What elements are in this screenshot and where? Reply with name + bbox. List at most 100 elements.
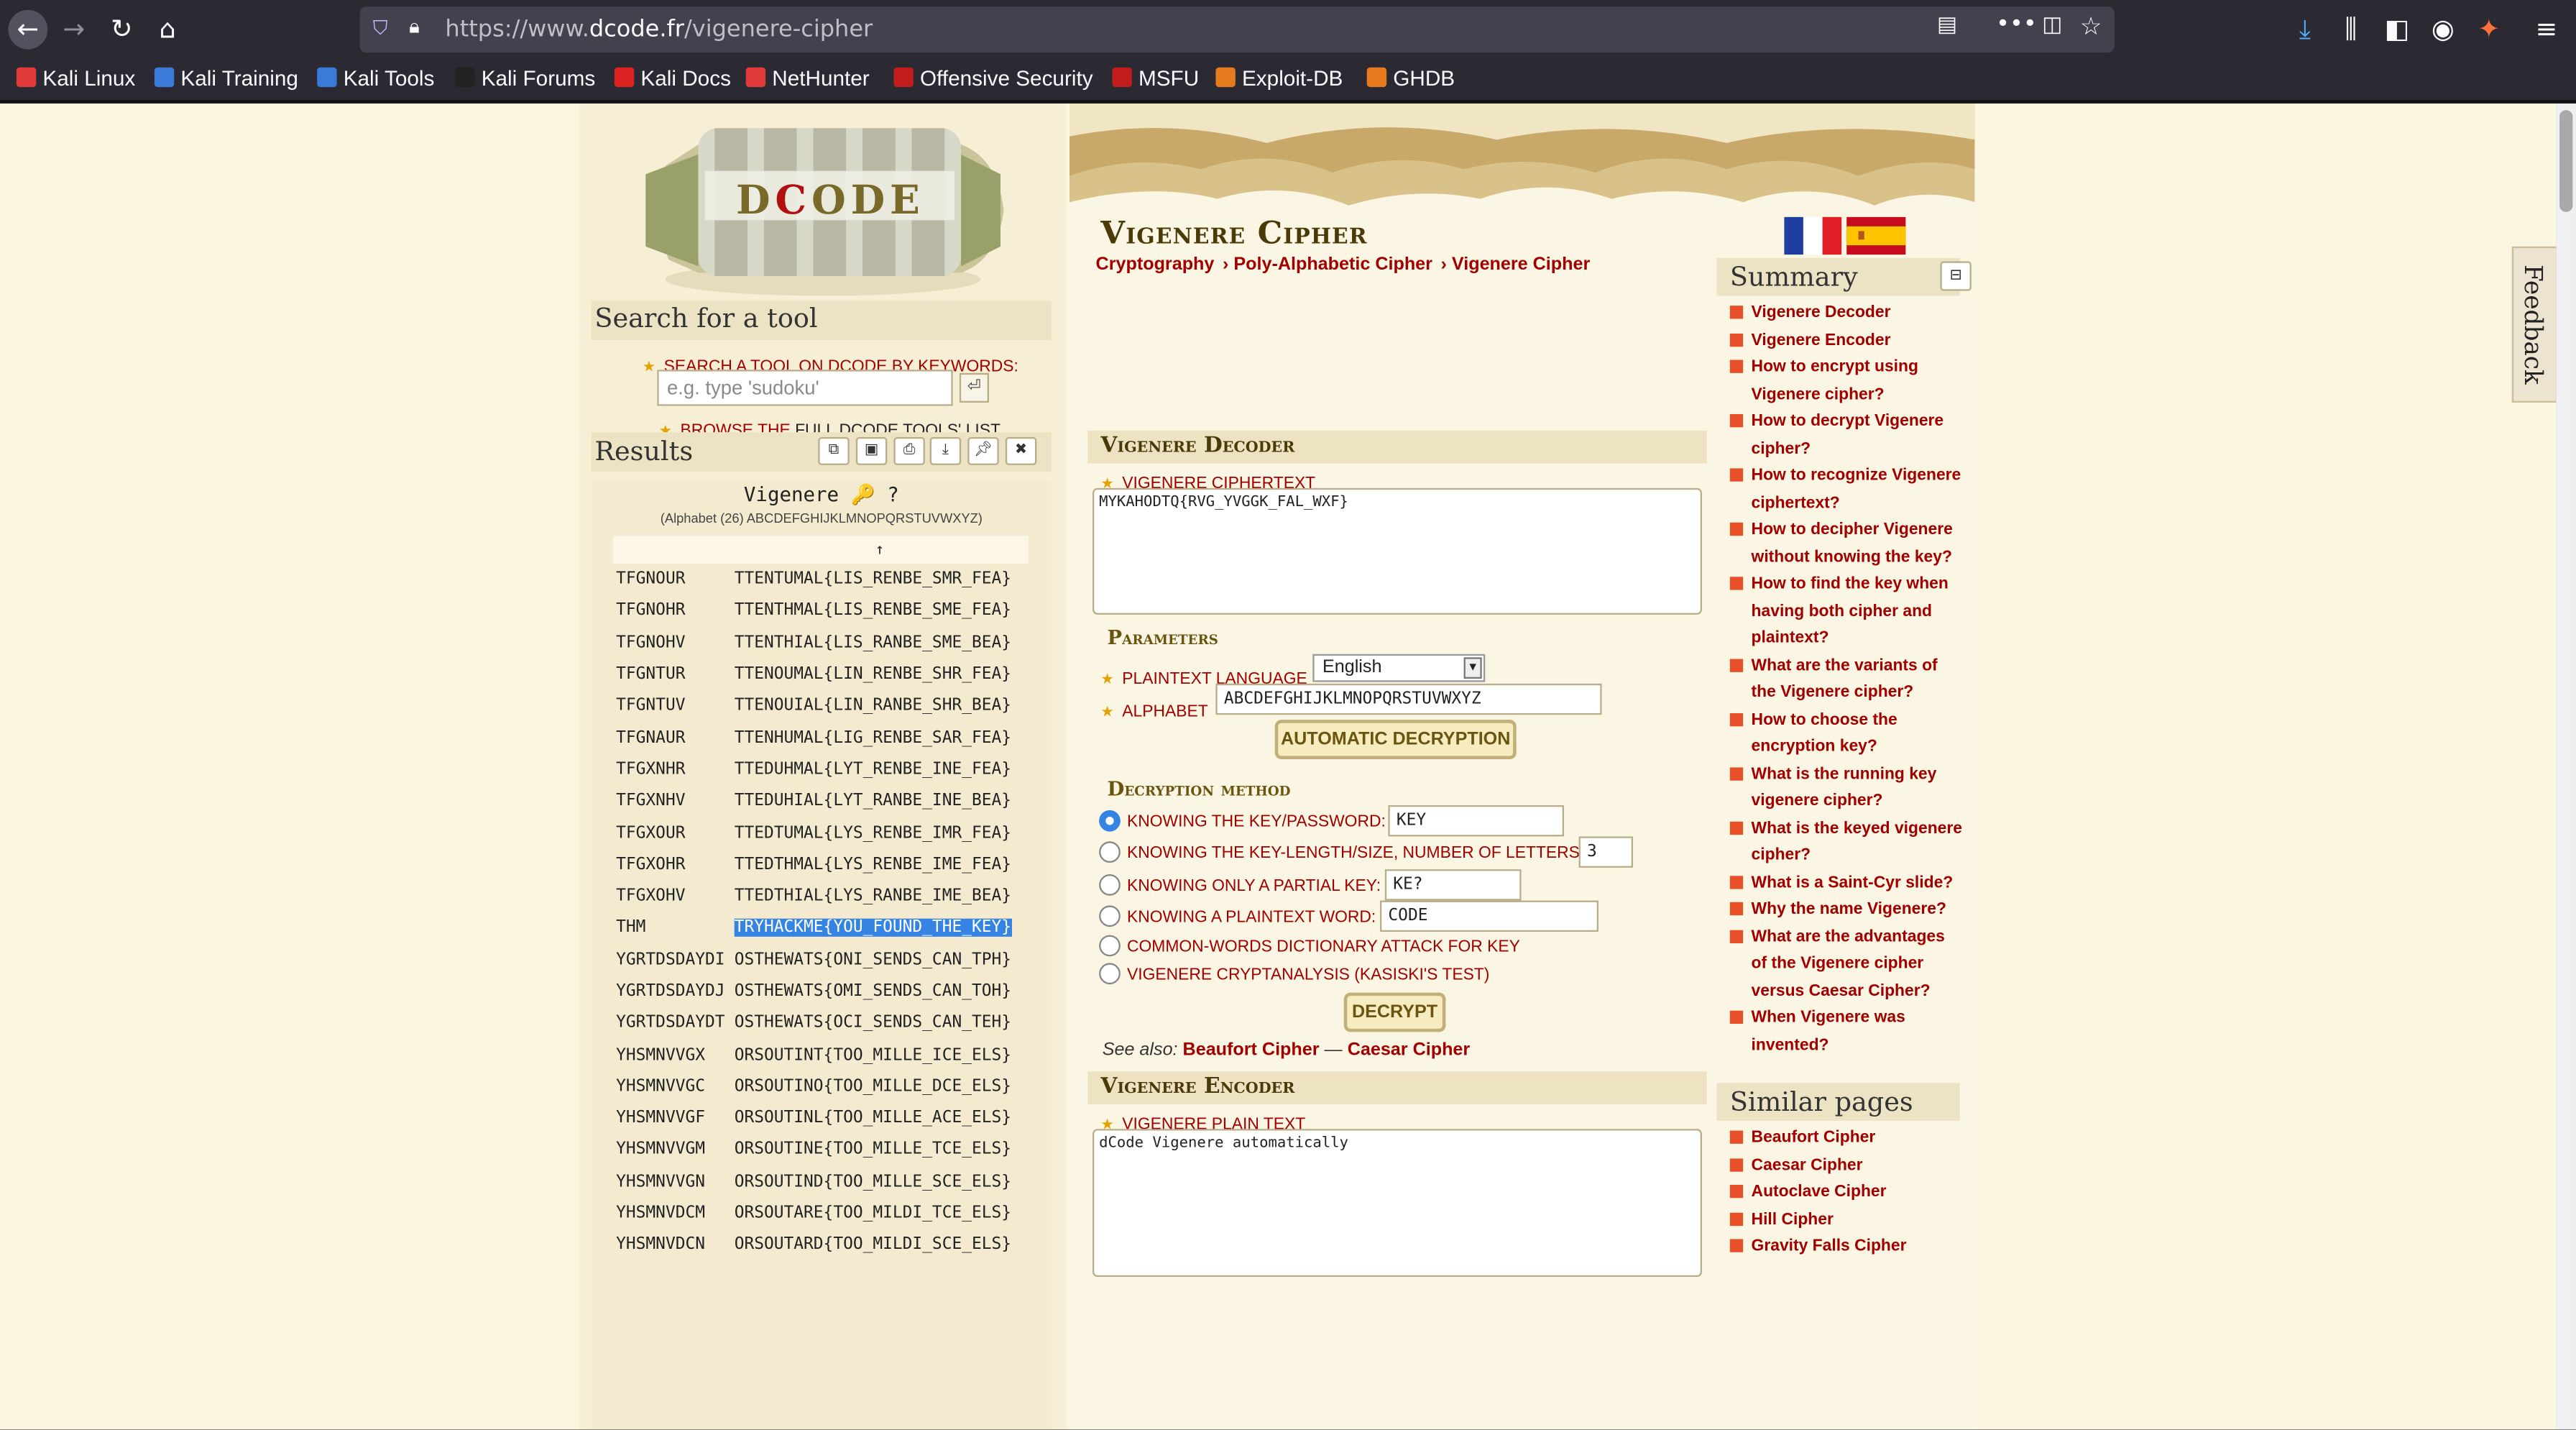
table-row[interactable]: YHSMNVDCM ORSOUTARE{TOO_MILDI_TCE_ELS} xyxy=(613,1198,1029,1229)
caesar-cipher-link[interactable]: Caesar Cipher xyxy=(1348,1040,1470,1060)
bookmark-msfu[interactable]: MSFU xyxy=(1112,65,1199,91)
plaintext-input[interactable]: dCode Vigenere automatically xyxy=(1092,1129,1702,1277)
breadcrumb-cryptography[interactable]: Cryptography xyxy=(1096,255,1215,274)
bookmark-nethunter[interactable]: NetHunter xyxy=(745,65,870,91)
page-scrollbar[interactable] xyxy=(2556,103,2576,1430)
table-row[interactable]: YGRTDSDAYDI OSTHEWATS{ONI_SENDS_CAN_TPH} xyxy=(613,944,1029,976)
radio-icon[interactable] xyxy=(1099,905,1121,927)
table-row[interactable]: TFGXOHR TTEDTHMAL{LYS_RENBE_IME_FEA} xyxy=(613,849,1029,881)
sort-column-header[interactable]: ↑ xyxy=(731,536,1029,564)
downloads-icon[interactable]: ⤓ xyxy=(2285,10,2324,50)
library-icon[interactable]: ⫼ xyxy=(2331,10,2370,50)
summary-link[interactable]: Why the name Vigenere? xyxy=(1729,897,1965,925)
save-icon[interactable]: ▣ xyxy=(855,436,888,465)
bookmark-ghdb[interactable]: GHDB xyxy=(1366,65,1455,91)
summary-link[interactable]: How to find the key when having both cip… xyxy=(1729,572,1965,653)
table-row[interactable]: TFGNTUR TTENOUMAL{LIN_RENBE_SHR_FEA} xyxy=(613,659,1029,690)
bookmark-kali-linux[interactable]: Kali Linux xyxy=(16,65,135,91)
pocket-icon[interactable]: ◫ xyxy=(2042,13,2062,37)
summary-link[interactable]: Hill Cipher xyxy=(1729,1207,1965,1234)
url-bar[interactable]: ⛉ 🔒︎ https://www.dcode.fr/vigenere-ciphe… xyxy=(359,6,2115,53)
table-row[interactable]: YGRTDSDAYDJ OSTHEWATS{OMI_SENDS_CAN_TOH} xyxy=(613,976,1029,1007)
table-row[interactable]: YHSMNVVGX ORSOUTINT{TOO_MILLE_ICE_ELS} xyxy=(613,1040,1029,1071)
table-row[interactable]: YGRTDSDAYDT OSTHEWATS{OCI_SENDS_CAN_TEH} xyxy=(613,1007,1029,1039)
summary-link[interactable]: What is a Saint-Cyr slide? xyxy=(1729,870,1965,897)
table-row[interactable]: TFGNTUV TTENOUIAL{LIN_RANBE_SHR_BEA} xyxy=(613,690,1029,722)
summary-link[interactable]: How to encrypt using Vigenere cipher? xyxy=(1729,355,1965,409)
radio-icon[interactable] xyxy=(1099,841,1121,863)
table-row[interactable]: YHSMNVVGC ORSOUTINO{TOO_MILLE_DCE_ELS} xyxy=(613,1071,1029,1103)
method-plaintext-word[interactable]: KNOWING A PLAINTEXT WORD: xyxy=(1099,905,1376,932)
method-dictionary-attack[interactable]: COMMON-WORDS DICTIONARY ATTACK FOR KEY xyxy=(1099,935,1520,962)
table-row[interactable]: TFGXOHV TTEDTHIAL{LYS_RANBE_IME_BEA} xyxy=(613,881,1029,912)
table-row[interactable]: YHSMNVVGF ORSOUTINL{TOO_MILLE_ACE_ELS} xyxy=(613,1103,1029,1135)
scrollbar-thumb[interactable] xyxy=(2559,110,2573,212)
summary-link[interactable]: Gravity Falls Cipher xyxy=(1729,1234,1965,1262)
summary-link[interactable]: When Vigenere was invented? xyxy=(1729,1006,1965,1060)
table-row[interactable]: TFGNAUR TTENHUMAL{LIG_RENBE_SAR_FEA} xyxy=(613,723,1029,754)
key-input[interactable]: KEY xyxy=(1388,805,1564,837)
key-column-header[interactable] xyxy=(612,536,732,564)
table-row[interactable]: YHSMNVDCN ORSOUTARD{TOO_MILDI_SCE_ELS} xyxy=(613,1229,1029,1261)
menu-icon[interactable]: ≡ xyxy=(2526,10,2566,50)
bookmark-star-icon[interactable]: ☆ xyxy=(2080,12,2102,41)
radio-icon[interactable] xyxy=(1099,963,1121,985)
bookmark-kali-tools[interactable]: Kali Tools xyxy=(317,65,434,91)
extension-icon[interactable]: ✦ xyxy=(2469,10,2508,50)
table-row[interactable]: TFGNOUR TTENTUMAL{LIS_RENBE_SMR_FEA} xyxy=(613,564,1029,595)
partial-key-input[interactable]: KE? xyxy=(1384,869,1522,901)
feedback-tab[interactable]: Feedback xyxy=(2511,246,2557,403)
close-icon[interactable]: ✖ xyxy=(1005,436,1037,465)
plaintext-word-input[interactable]: CODE xyxy=(1379,900,1598,932)
table-row[interactable]: THM TRYHACKME{YOU_FOUND_THE_KEY} xyxy=(613,912,1029,944)
account-icon[interactable]: ◉ xyxy=(2423,10,2462,50)
key-length-input[interactable]: 3 xyxy=(1578,836,1633,868)
forward-icon[interactable]: → xyxy=(54,10,93,50)
more-actions-icon[interactable]: ••• xyxy=(1996,12,2037,38)
sidebar-icon[interactable]: ◧ xyxy=(2377,10,2416,50)
breadcrumb-vigenere[interactable]: › Vigenere Cipher xyxy=(1441,255,1591,274)
automatic-decryption-button[interactable]: AUTOMATIC DECRYPTION xyxy=(1274,720,1517,759)
beaufort-cipher-link[interactable]: Beaufort Cipher xyxy=(1183,1040,1320,1060)
home-icon[interactable]: ⌂ xyxy=(148,10,188,50)
table-row[interactable]: TFGXOUR TTEDTUMAL{LYS_RENBE_IMR_FEA} xyxy=(613,817,1029,849)
summary-link[interactable]: How to decrypt Vigenere cipher? xyxy=(1729,409,1965,463)
table-row[interactable]: TFGNOHV TTENTHIAL{LIS_RANBE_SME_BEA} xyxy=(613,627,1029,659)
collapse-icon[interactable]: ⊟ xyxy=(1940,261,1972,291)
table-row[interactable]: YHSMNVVGN ORSOUTIND{TOO_MILLE_SCE_ELS} xyxy=(613,1166,1029,1198)
download-icon[interactable]: ⤓ xyxy=(929,436,962,465)
reload-icon[interactable]: ↻ xyxy=(102,10,142,50)
table-row[interactable]: TFGXNHR TTEDUHMAL{LYT_RENBE_INE_FEA} xyxy=(613,754,1029,786)
radio-icon[interactable] xyxy=(1099,810,1121,832)
alphabet-input[interactable]: ABCDEFGHIJKLMNOPQRSTUVWXYZ xyxy=(1215,683,1602,715)
summary-link[interactable]: What are the variants of the Vigenere ci… xyxy=(1729,654,1965,707)
summary-link[interactable]: Beaufort Cipher xyxy=(1729,1126,1965,1153)
summary-link[interactable]: Autoclave Cipher xyxy=(1729,1180,1965,1207)
summary-link[interactable]: Caesar Cipher xyxy=(1729,1152,1965,1180)
copy-icon[interactable]: ⧉ xyxy=(818,436,850,465)
radio-icon[interactable] xyxy=(1099,935,1121,957)
bookmark-kali-docs[interactable]: Kali Docs xyxy=(614,65,731,91)
method-kasiski[interactable]: VIGENERE CRYPTANALYSIS (KASISKI'S TEST) xyxy=(1099,963,1489,989)
radio-icon[interactable] xyxy=(1099,874,1121,896)
table-row[interactable]: TFGNOHR TTENTHMAL{LIS_RENBE_SME_FEA} xyxy=(613,595,1029,627)
spanish-flag-icon[interactable] xyxy=(1846,216,1906,255)
summary-link[interactable]: How to choose the encryption key? xyxy=(1729,707,1965,761)
breadcrumb-poly-alphabetic[interactable]: › Poly-Alphabetic Cipher xyxy=(1223,255,1432,274)
method-key-length[interactable]: KNOWING THE KEY-LENGTH/SIZE, NUMBER OF L… xyxy=(1099,841,1584,868)
pin-icon[interactable]: 📌︎ xyxy=(967,436,999,465)
summary-link[interactable]: How to recognize Vigenere ciphertext? xyxy=(1729,464,1965,518)
bookmark-kali-training[interactable]: Kali Training xyxy=(154,65,298,91)
selected-text[interactable]: TRYHACKME{YOU_FOUND_THE_KEY} xyxy=(734,919,1012,938)
summary-link[interactable]: What is the running key vigenere cipher? xyxy=(1729,761,1965,815)
bookmark-exploit-db[interactable]: Exploit-DB xyxy=(1215,65,1343,91)
table-row[interactable]: YHSMNVVGM ORSOUTINE{TOO_MILLE_TCE_ELS} xyxy=(613,1135,1029,1166)
back-icon[interactable]: ← xyxy=(8,9,48,50)
decrypt-button[interactable]: DECRYPT xyxy=(1343,992,1446,1032)
method-partial-key[interactable]: KNOWING ONLY A PARTIAL KEY: xyxy=(1099,874,1381,901)
bookmark-kali-forums[interactable]: Kali Forums xyxy=(455,65,595,91)
summary-link[interactable]: Vigenere Encoder xyxy=(1729,328,1965,355)
bookmark-offensive-security[interactable]: Offensive Security xyxy=(893,65,1093,91)
print-icon[interactable]: ⎙ xyxy=(893,436,925,465)
summary-link[interactable]: What are the advantages of the Vigenere … xyxy=(1729,925,1965,1006)
